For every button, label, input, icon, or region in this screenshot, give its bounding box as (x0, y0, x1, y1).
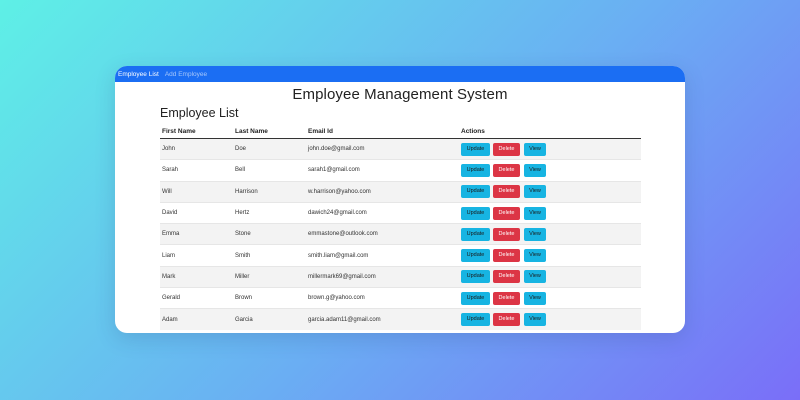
view-button[interactable]: View (524, 185, 546, 199)
view-button[interactable]: View (524, 227, 546, 241)
cell-email: emmastone@outlook.com (306, 223, 459, 245)
cell-actions: Update Delete View (459, 287, 641, 309)
view-button[interactable]: View (524, 206, 546, 220)
table-row: John Doe john.doe@gmail.com Update Delete Vie… (160, 137, 641, 160)
employee-list-section: Employee List First Name Last Name Email… (160, 106, 641, 330)
view-button[interactable]: View (524, 163, 546, 177)
update-button[interactable]: Update (461, 249, 490, 263)
cell-email: smith.liam@gmail.com (306, 244, 459, 267)
column-header-actions: Actions (459, 125, 641, 139)
table-row: Will Harrison w.harrison@yahoo.com Update De… (160, 180, 641, 203)
cell-first-name: Liam (160, 244, 233, 267)
cell-actions: Update Delete View (459, 244, 641, 267)
nav-link-employee-list[interactable]: Employee List (118, 71, 159, 78)
delete-button[interactable]: Delete (493, 249, 520, 263)
cell-actions: Update Delete View (459, 137, 641, 160)
cell-actions: Update Delete View (459, 265, 641, 288)
cell-actions: Update Delete View (459, 159, 641, 182)
delete-button[interactable]: Delete (493, 313, 520, 327)
cell-email: brown.g@yahoo.com (306, 287, 459, 309)
cell-email: dawich24@gmail.com (306, 201, 459, 224)
cell-first-name: David (160, 201, 233, 224)
column-header-last-name: Last Name (233, 125, 306, 139)
cell-actions: Update Delete View (459, 201, 641, 224)
cell-first-name: Gerald (160, 287, 233, 309)
table-row: David Hertz dawich24@gmail.com Update Delete… (160, 201, 641, 224)
cell-first-name: Will (160, 180, 233, 203)
cell-actions: Update Delete View (459, 308, 641, 330)
table-row: Sarah Bell sarah1@gmail.com Update Delete Vie… (160, 159, 641, 182)
cell-last-name: Harrison (233, 180, 306, 203)
cell-first-name: Emma (160, 223, 233, 245)
update-button[interactable]: Update (461, 291, 490, 305)
cell-last-name: Stone (233, 223, 306, 245)
update-button[interactable]: Update (461, 227, 490, 241)
cell-actions: Update Delete View (459, 223, 641, 245)
delete-button[interactable]: Delete (493, 142, 520, 156)
navbar: Employee List Add Employee (115, 66, 685, 82)
cell-last-name: Smith (233, 244, 306, 267)
cell-first-name: Sarah (160, 159, 233, 182)
cell-first-name: Mark (160, 265, 233, 288)
cell-email: sarah1@gmail.com (306, 159, 459, 182)
cell-first-name: Adam (160, 308, 233, 330)
cell-last-name: Miller (233, 265, 306, 288)
column-header-first-name: First Name (160, 125, 233, 139)
delete-button[interactable]: Delete (493, 227, 520, 241)
update-button[interactable]: Update (461, 185, 490, 199)
table-body: John Doe john.doe@gmail.com Update Delete Vie… (160, 137, 641, 330)
cell-actions: Update Delete View (459, 180, 641, 203)
page-title: Employee Management System (292, 86, 508, 103)
delete-button[interactable]: Delete (493, 185, 520, 199)
table-header-row: First Name Last Name Email Id Actions (160, 125, 641, 139)
cell-last-name: Hertz (233, 201, 306, 224)
cell-email: john.doe@gmail.com (306, 137, 459, 160)
cell-email: garcia.adam11@gmail.com (306, 308, 459, 330)
update-button[interactable]: Update (461, 270, 490, 284)
view-button[interactable]: View (524, 291, 546, 305)
table-row: Emma Stone emmastone@outlook.com Update Dele… (160, 223, 641, 245)
employee-table: First Name Last Name Email Id Actions Jo… (160, 125, 641, 330)
delete-button[interactable]: Delete (493, 206, 520, 220)
update-button[interactable]: Update (461, 163, 490, 177)
view-button[interactable]: View (524, 249, 546, 263)
cell-last-name: Brown (233, 287, 306, 309)
delete-button[interactable]: Delete (493, 291, 520, 305)
table-row: Mark Miller millermark69@gmail.com Update De… (160, 265, 641, 288)
update-button[interactable]: Update (461, 313, 490, 327)
table-row: Liam Smith smith.liam@gmail.com Update Delet… (160, 244, 641, 267)
nav-link-add-employee[interactable]: Add Employee (165, 71, 207, 78)
cell-last-name: Garcia (233, 308, 306, 330)
delete-button[interactable]: Delete (493, 163, 520, 177)
cell-email: w.harrison@yahoo.com (306, 180, 459, 203)
app-window: Employee List Add Employee Employee Mana… (115, 66, 685, 333)
cell-last-name: Doe (233, 137, 306, 160)
update-button[interactable]: Update (461, 142, 490, 156)
cell-email: millermark69@gmail.com (306, 265, 459, 288)
cell-first-name: John (160, 137, 233, 160)
view-button[interactable]: View (524, 313, 546, 327)
table-row: Gerald Brown brown.g@yahoo.com Update Delete… (160, 287, 641, 309)
update-button[interactable]: Update (461, 206, 490, 220)
view-button[interactable]: View (524, 270, 546, 284)
list-title: Employee List (160, 106, 239, 120)
column-header-email: Email Id (306, 125, 459, 139)
view-button[interactable]: View (524, 142, 546, 156)
table-row: Adam Garcia garcia.adam11@gmail.com Update D… (160, 308, 641, 330)
cell-last-name: Bell (233, 159, 306, 182)
delete-button[interactable]: Delete (493, 270, 520, 284)
